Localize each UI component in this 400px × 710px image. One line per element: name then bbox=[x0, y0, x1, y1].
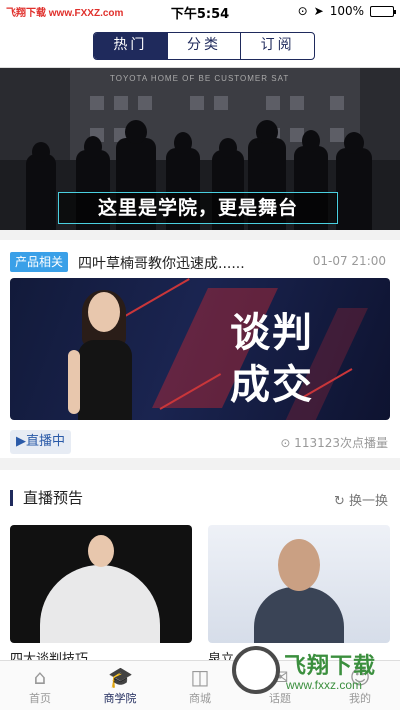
silhouette-head bbox=[302, 130, 320, 152]
top-header: 热门 分类 订阅 bbox=[0, 22, 400, 68]
banner-window bbox=[114, 96, 128, 110]
refresh-button[interactable]: ↻ 换一换 bbox=[334, 490, 388, 509]
silhouette-head bbox=[125, 120, 147, 144]
home-icon: ⌂ bbox=[33, 665, 47, 689]
cover-text-line2: 成交 bbox=[230, 362, 314, 408]
battery-icon bbox=[370, 5, 396, 17]
live-button[interactable]: ▶直播中 bbox=[10, 430, 71, 454]
status-right: ⊙ ➤ 100% bbox=[297, 3, 396, 19]
presenter-dress bbox=[78, 340, 132, 420]
watermark-logo-icon bbox=[232, 646, 280, 694]
battery-percent: 100% bbox=[329, 4, 364, 18]
article-card[interactable]: 产品相关 四叶草楠哥教你迅速成...... 01-07 21:00 谈判 成交 … bbox=[0, 240, 400, 458]
presenter-figure bbox=[68, 290, 138, 420]
hero-banner[interactable]: TOYOTA HOME OF BE CUSTOMER SAT 这里是学院，更是舞… bbox=[0, 68, 400, 230]
presenter-face bbox=[88, 292, 120, 332]
app-screen: 飞翔下载 www.FXXZ.com 下午5:54 ⊙ ➤ 100% 热门 分类 … bbox=[0, 0, 400, 710]
refresh-label: 换一换 bbox=[348, 494, 388, 509]
segmented-tabs: 热门 分类 订阅 bbox=[93, 32, 315, 60]
silhouette-head bbox=[256, 120, 278, 144]
category-badge: 产品相关 bbox=[10, 252, 69, 272]
presenter-arm bbox=[68, 350, 80, 414]
corner-watermark: 飞翔下载 www.fxxz.com bbox=[232, 640, 392, 700]
tab-subscribe[interactable]: 订阅 bbox=[241, 33, 314, 59]
play-count: ⊙ 113123次点播量 bbox=[280, 436, 388, 450]
silhouette bbox=[336, 148, 372, 230]
banner-window bbox=[330, 96, 344, 110]
article-title[interactable]: 四叶草楠哥教你迅速成...... bbox=[78, 253, 245, 273]
banner-slogan: 这里是学院，更是舞台 bbox=[58, 192, 338, 224]
preview-card[interactable] bbox=[10, 525, 192, 643]
tab-home[interactable]: ⌂ 首页 bbox=[0, 661, 80, 710]
article-footer: ▶直播中 ⊙ 113123次点播量 bbox=[10, 430, 390, 454]
silhouette-head bbox=[219, 138, 237, 158]
silhouette-head bbox=[32, 142, 50, 162]
lock-rotation-icon: ⊙ bbox=[297, 4, 308, 18]
section-title: 直播预告 bbox=[10, 490, 83, 506]
banner-sign: TOYOTA HOME OF BE CUSTOMER SAT bbox=[110, 74, 290, 83]
silhouette-head bbox=[174, 132, 192, 154]
banner-window bbox=[190, 96, 204, 110]
silhouette bbox=[26, 154, 56, 230]
silhouette-head bbox=[344, 132, 364, 154]
watermark-brand: 飞翔下载 bbox=[284, 653, 377, 678]
gown-figure-head bbox=[88, 535, 114, 567]
banner-window bbox=[266, 96, 280, 110]
tab-mall[interactable]: ◫ 商城 bbox=[160, 661, 240, 710]
tab-business-school-label: 商学院 bbox=[103, 692, 137, 705]
refresh-icon: ↻ bbox=[333, 494, 345, 509]
speaker-figure bbox=[254, 587, 344, 643]
tab-business-school[interactable]: 🎓 商学院 bbox=[80, 661, 160, 710]
preview-card[interactable] bbox=[208, 525, 390, 643]
silhouette-head bbox=[84, 136, 102, 158]
location-icon: ➤ bbox=[313, 4, 324, 18]
tab-hot[interactable]: 热门 bbox=[94, 33, 168, 59]
article-date: 01-07 21:00 bbox=[312, 254, 386, 268]
banner-window bbox=[214, 96, 228, 110]
speaker-figure-head bbox=[278, 539, 320, 591]
banner-window bbox=[138, 96, 152, 110]
article-cover-image[interactable]: 谈判 成交 bbox=[10, 278, 390, 420]
graduation-cap-icon: 🎓 bbox=[108, 665, 133, 689]
banner-window bbox=[290, 96, 304, 110]
shopping-bag-icon: ◫ bbox=[190, 665, 210, 689]
status-bar: 飞翔下载 www.FXXZ.com 下午5:54 ⊙ ➤ 100% bbox=[0, 0, 400, 22]
banner-window bbox=[90, 96, 104, 110]
live-preview-section: 直播预告 ↻ 换一换 四大谈判技巧 泉立 bbox=[0, 470, 400, 667]
watermark-url: www.fxxz.com bbox=[286, 678, 363, 692]
tab-category[interactable]: 分类 bbox=[168, 33, 242, 59]
cover-text-line1: 谈判 bbox=[230, 310, 314, 356]
gown-figure bbox=[40, 565, 160, 643]
article-meta: 产品相关 四叶草楠哥教你迅速成...... 01-07 21:00 bbox=[10, 252, 390, 272]
tab-mall-label: 商城 bbox=[189, 692, 211, 705]
tab-home-label: 首页 bbox=[29, 692, 51, 705]
banner-window bbox=[330, 128, 344, 142]
